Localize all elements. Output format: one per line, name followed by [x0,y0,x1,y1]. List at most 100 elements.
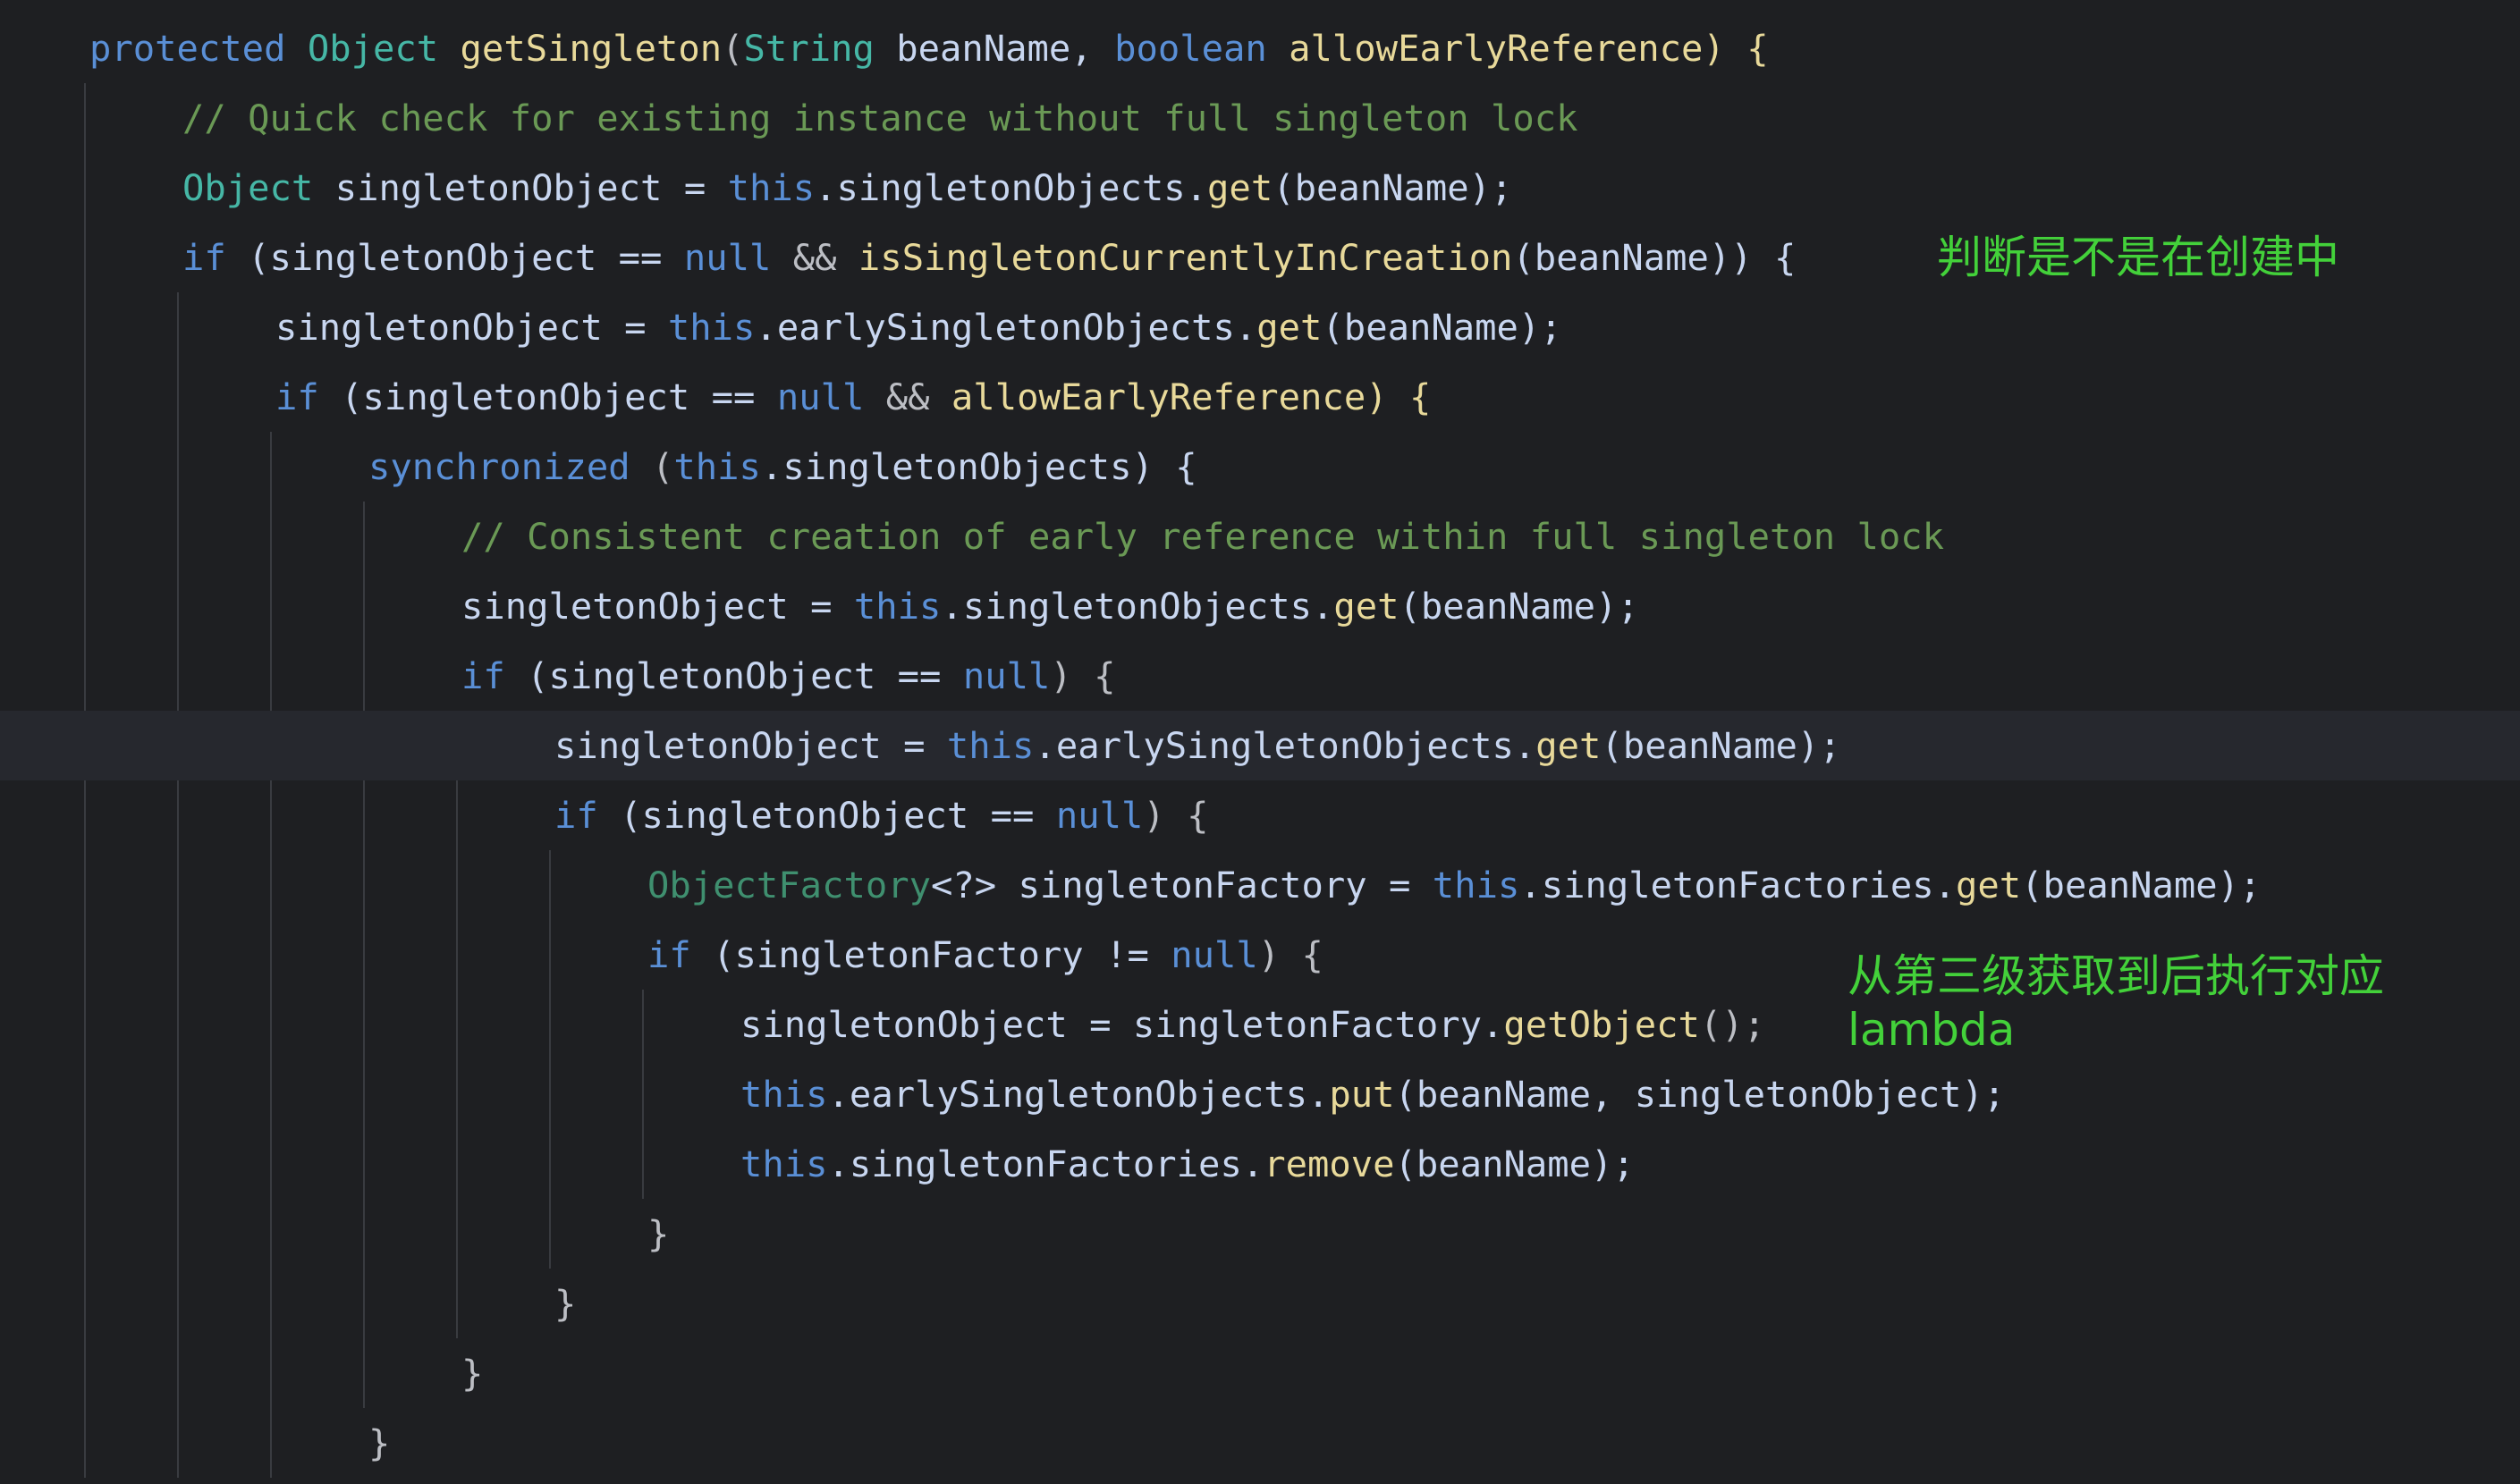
code-line[interactable]: Object singletonObject = this.singletonO… [0,153,2520,223]
code-line[interactable]: this.singletonFactories.remove(beanName)… [0,1129,2520,1199]
code-token: ( [630,445,674,488]
code-token: ) { [1257,933,1323,976]
code-line-text: } [647,1199,669,1269]
code-token: get [1256,306,1323,349]
code-token: (); [1699,1003,1766,1046]
code-line-text: ObjectFactory<?> singletonFactory = this… [647,850,2261,920]
code-token: (singletonObject == [225,236,684,279]
code-token: singletonObject = [554,724,947,767]
code-token: null [683,236,772,279]
code-token: .singletonObjects. [815,166,1208,209]
code-token: get [1207,166,1273,209]
code-line[interactable]: } [0,1408,2520,1478]
code-line-text: } [368,1408,390,1478]
code-token: allowEarlyReference) { [951,375,1432,418]
code-token: if [647,933,691,976]
code-token: protected [89,27,286,70]
code-token: getSingleton [460,27,723,70]
code-line-text: protected Object getSingleton(String bea… [89,13,1769,83]
code-token: // Consistent creation of early referenc… [461,515,1945,558]
code-token: if [554,794,598,837]
code-line-text: this.singletonFactories.remove(beanName)… [740,1129,1635,1199]
code-token: && [864,375,951,418]
code-line[interactable]: synchronized (this.singletonObjects) { [0,432,2520,502]
code-token: if [461,654,505,697]
code-token: ) { [1050,654,1116,697]
code-token: ( [722,27,744,70]
code-line[interactable]: singletonObject = this.singletonObjects.… [0,571,2520,641]
code-line[interactable]: if (singletonObject == null) { [0,780,2520,850]
code-line-text: // Consistent creation of early referenc… [461,502,1944,571]
code-line[interactable]: } [0,1269,2520,1338]
code-token: .earlySingletonObjects. [827,1073,1330,1116]
code-token: .singletonObjects) { [760,445,1197,488]
code-token: (singletonObject == [597,794,1056,837]
code-token: singletonObject = [461,585,854,628]
code-line[interactable]: if (singletonObject == null && allowEarl… [0,362,2520,432]
code-token: .singletonObjects. [941,585,1334,628]
code-token: this [1432,864,1520,906]
code-token: this [667,306,756,349]
code-token: (singletonObject == [318,375,777,418]
code-token: (singletonObject == [504,654,963,697]
code-line[interactable]: } [0,1338,2520,1408]
code-token: Object [307,27,439,70]
code-token: } [554,1282,577,1325]
code-line-current[interactable]: singletonObject = this.earlySingletonObj… [0,711,2520,780]
code-token: boolean [1114,27,1267,70]
code-token: get [1333,585,1400,628]
code-token: ) { [1143,794,1209,837]
code-token: (beanName)) { [1512,236,1797,279]
code-token: remove [1264,1143,1395,1185]
code-line-text: singletonObject = this.singletonObjects.… [461,571,1639,641]
code-line[interactable]: protected Object getSingleton(String bea… [0,13,2520,83]
code-token: String [743,27,875,70]
code-token: } [647,1212,670,1255]
code-token: null [1171,933,1258,976]
annotation-creation-check: 判断是不是在创建中 [1937,232,2339,283]
code-token: (beanName); [1601,724,1841,767]
code-token: (beanName); [1394,1143,1635,1185]
code-line-text: this.earlySingletonObjects.put(beanName,… [740,1059,2005,1129]
code-line[interactable]: // Quick check for existing instance wit… [0,83,2520,153]
code-token: this [853,585,942,628]
code-token: getObject [1503,1003,1700,1046]
code-token: .earlySingletonObjects. [755,306,1257,349]
code-editor[interactable]: protected Object getSingleton(String bea… [0,0,2520,1484]
code-token: null [962,654,1051,697]
code-token: (beanName); [2021,864,2262,906]
code-line-text: singletonObject = singletonFactory.getOb… [740,990,1765,1059]
code-line[interactable]: if (singletonObject == null) { [0,641,2520,711]
code-token: } [461,1352,484,1395]
code-token: .singletonFactories. [827,1143,1264,1185]
code-line-text: } [461,1338,483,1408]
code-line[interactable]: this.earlySingletonObjects.put(beanName,… [0,1059,2520,1129]
code-token: get [1535,724,1602,767]
code-line-text: if (singletonObject == null && allowEarl… [275,362,1431,432]
code-token: synchronized [368,445,630,488]
code-token: .singletonFactories. [1519,864,1957,906]
code-token: singletonObject = singletonFactory. [740,1003,1504,1046]
code-token: this [727,166,816,209]
code-line[interactable]: // Consistent creation of early referenc… [0,502,2520,571]
code-token: singletonObject = [275,306,668,349]
code-line[interactable]: singletonObject = this.earlySingletonObj… [0,292,2520,362]
code-token: this [740,1143,828,1185]
code-line[interactable]: } [0,1199,2520,1269]
code-token: this [946,724,1035,767]
code-token: allowEarlyReference) { [1266,27,1769,70]
code-line-text: if (singletonObject == null) { [554,780,1209,850]
code-token: ObjectFactory [647,864,931,906]
code-token: null [776,375,865,418]
code-token: put [1329,1073,1395,1116]
code-line[interactable]: ObjectFactory<?> singletonFactory = this… [0,850,2520,920]
code-token: isSingletonCurrentlyInCreation [858,236,1513,279]
code-line-text: synchronized (this.singletonObjects) { [368,432,1197,502]
code-line-text: singletonObject = this.earlySingletonObj… [554,711,1841,780]
annotation-third-level: 从第三级获取到后执行对应 lambda [1848,950,2384,1056]
code-token: singletonObject = [313,166,728,209]
code-token: beanName, [874,27,1115,70]
code-token: && [771,236,858,279]
code-token: <?> singletonFactory = [930,864,1433,906]
